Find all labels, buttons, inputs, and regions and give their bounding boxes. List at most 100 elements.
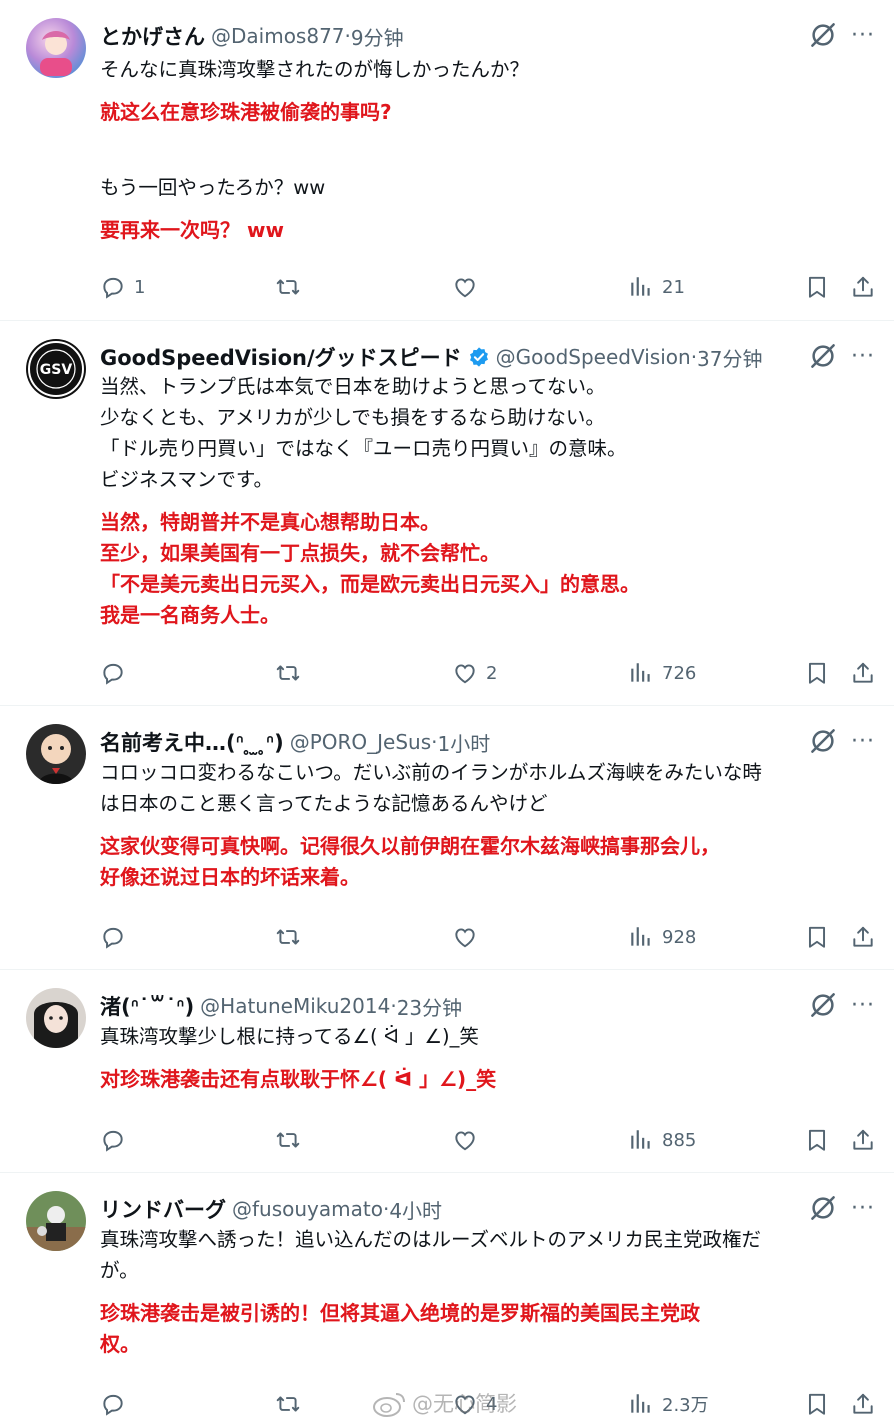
author-name[interactable]: 名前考え中…(ᐢ ̥ ̫ ̥ᐢ) bbox=[100, 727, 284, 757]
timestamp[interactable]: 37分钟 bbox=[697, 343, 762, 372]
author-name[interactable]: GoodSpeedVision/グッドスピード bbox=[100, 342, 462, 372]
like-button[interactable]: 2 bbox=[452, 657, 497, 689]
grok-icon[interactable] bbox=[808, 990, 838, 1020]
bookmark-icon bbox=[804, 660, 830, 686]
share-button[interactable] bbox=[850, 271, 876, 303]
grok-icon[interactable] bbox=[808, 20, 838, 50]
grok-icon[interactable] bbox=[808, 341, 838, 371]
tweet-text-translation: 珍珠港袭击是被引诱的！但将其逼入绝境的是罗斯福的美国民主党政 权。 bbox=[100, 1301, 700, 1356]
reply-icon bbox=[100, 924, 126, 950]
bookmark-icon bbox=[804, 274, 830, 300]
tweet[interactable]: GSV GoodSpeedVision/グッドスピード @GoodSpeedVi… bbox=[0, 321, 894, 706]
author-name[interactable]: 渚(ᐢ˙꒳˙ᐢ) bbox=[100, 991, 194, 1021]
more-options-icon[interactable]: ··· bbox=[848, 726, 878, 756]
views-button[interactable]: 885 bbox=[628, 1124, 696, 1156]
tweet[interactable]: リンドバーグ @fusouyamato · 4小时 ··· 真珠湾攻撃へ誘った！… bbox=[0, 1173, 894, 1423]
heart-icon bbox=[452, 1127, 478, 1153]
views-icon bbox=[628, 1127, 654, 1153]
timestamp[interactable]: 1小时 bbox=[438, 728, 491, 757]
view-count: 928 bbox=[662, 926, 697, 948]
share-button[interactable] bbox=[850, 657, 876, 689]
tweet[interactable]: とかげさん @Daimos877 · 9分钟 ··· そんなに真珠湾攻撃されたの… bbox=[0, 0, 894, 321]
share-button[interactable] bbox=[850, 1388, 876, 1420]
bookmark-button[interactable] bbox=[804, 1388, 830, 1420]
author-name[interactable]: リンドバーグ bbox=[100, 1194, 226, 1224]
heart-icon bbox=[452, 1391, 478, 1417]
tweet[interactable]: 渚(ᐢ˙꒳˙ᐢ) @HatuneMiku2014 · 23分钟 ··· 真珠湾攻… bbox=[0, 970, 894, 1173]
tweet-text-original: 真珠湾攻撃少し根に持ってる∠( ᐛ 」∠)_笑 bbox=[100, 1025, 479, 1048]
like-button[interactable]: 4 bbox=[452, 1388, 497, 1420]
reply-button[interactable] bbox=[100, 1388, 126, 1420]
reply-button[interactable] bbox=[100, 1124, 126, 1156]
author-handle[interactable]: @HatuneMiku2014 bbox=[200, 994, 390, 1018]
share-button[interactable] bbox=[850, 921, 876, 953]
author-handle[interactable]: @GoodSpeedVision bbox=[496, 345, 691, 369]
avatar[interactable] bbox=[26, 988, 86, 1048]
grok-icon[interactable] bbox=[808, 1193, 838, 1223]
timestamp[interactable]: 4小时 bbox=[389, 1195, 442, 1224]
retweet-button[interactable] bbox=[275, 271, 301, 303]
like-count: 2 bbox=[486, 662, 498, 684]
author-handle[interactable]: @Daimos877 bbox=[211, 24, 345, 48]
bookmark-button[interactable] bbox=[804, 657, 830, 689]
more-options-icon[interactable]: ··· bbox=[848, 990, 878, 1020]
tweet-text-original: 真珠湾攻撃へ誘った！追い込んだのはルーズベルトのアメリカ民主党政権だ が。 bbox=[100, 1228, 762, 1282]
retweet-icon bbox=[275, 274, 301, 300]
reply-button[interactable] bbox=[100, 657, 126, 689]
more-options-icon[interactable]: ··· bbox=[848, 20, 878, 50]
share-icon bbox=[850, 1127, 876, 1153]
like-button[interactable] bbox=[452, 921, 478, 953]
retweet-button[interactable] bbox=[275, 1124, 301, 1156]
author-handle[interactable]: @fusouyamato bbox=[232, 1197, 383, 1221]
view-count: 2.3万 bbox=[662, 1395, 709, 1416]
reply-button[interactable]: 1 bbox=[100, 271, 145, 303]
view-count: 885 bbox=[662, 1129, 697, 1151]
timestamp[interactable]: 23分钟 bbox=[397, 992, 462, 1021]
heart-icon bbox=[452, 274, 478, 300]
bookmark-button[interactable] bbox=[804, 1124, 830, 1156]
tweet-text-original: 当然、トランプ氏は本気で日本を助けようと思ってない。 少なくとも、アメリカが少し… bbox=[100, 375, 627, 491]
heart-icon bbox=[452, 660, 478, 686]
avatar[interactable] bbox=[26, 1191, 86, 1251]
views-button[interactable]: 928 bbox=[628, 921, 696, 953]
timestamp[interactable]: 9分钟 bbox=[351, 22, 404, 51]
more-options-icon[interactable]: ··· bbox=[848, 341, 878, 371]
tweet-text-original: コロッコロ変わるなこいつ。だいぶ前のイランがホルムズ海峡をみたいな時 は日本のこ… bbox=[100, 761, 762, 815]
retweet-button[interactable] bbox=[275, 921, 301, 953]
more-options-icon[interactable]: ··· bbox=[848, 1193, 878, 1223]
reply-icon bbox=[100, 1391, 126, 1417]
author-handle[interactable]: @PORO_JeSus bbox=[290, 730, 431, 754]
verified-badge-icon bbox=[468, 346, 490, 368]
avatar[interactable] bbox=[26, 18, 86, 78]
tweet-text-translation: 就这么在意珍珠港被偷袭的事吗? bbox=[100, 100, 392, 124]
like-count: 4 bbox=[486, 1393, 498, 1415]
reply-button[interactable] bbox=[100, 921, 126, 953]
views-button[interactable]: 21 bbox=[628, 271, 685, 303]
author-name[interactable]: とかげさん bbox=[100, 21, 205, 51]
tweet-text-translation: 这家伙变得可真快啊。记得很久以前伊朗在霍尔木兹海峡搞事那会儿， 好像还说过日本的… bbox=[100, 834, 720, 889]
retweet-button[interactable] bbox=[275, 657, 301, 689]
avatar-logo-text: GSV bbox=[40, 362, 73, 378]
retweet-icon bbox=[275, 660, 301, 686]
views-button[interactable]: 2.3万 bbox=[628, 1388, 709, 1420]
share-button[interactable] bbox=[850, 1124, 876, 1156]
views-icon bbox=[628, 274, 654, 300]
retweet-button[interactable] bbox=[275, 1388, 301, 1420]
share-icon bbox=[850, 924, 876, 950]
share-icon bbox=[850, 660, 876, 686]
bookmark-button[interactable] bbox=[804, 921, 830, 953]
avatar[interactable]: GSV bbox=[26, 339, 86, 399]
bookmark-button[interactable] bbox=[804, 271, 830, 303]
tweet[interactable]: 名前考え中…(ᐢ ̥ ̫ ̥ᐢ) @PORO_JeSus · 1小时 ··· コ… bbox=[0, 706, 894, 970]
reply-icon bbox=[100, 274, 126, 300]
share-icon bbox=[850, 274, 876, 300]
bookmark-icon bbox=[804, 1127, 830, 1153]
view-count: 21 bbox=[662, 276, 685, 298]
grok-icon[interactable] bbox=[808, 726, 838, 756]
like-button[interactable] bbox=[452, 271, 486, 303]
views-button[interactable]: 726 bbox=[628, 657, 696, 689]
avatar[interactable] bbox=[26, 724, 86, 784]
like-button[interactable] bbox=[452, 1124, 478, 1156]
retweet-icon bbox=[275, 1391, 301, 1417]
bookmark-icon bbox=[804, 1391, 830, 1417]
